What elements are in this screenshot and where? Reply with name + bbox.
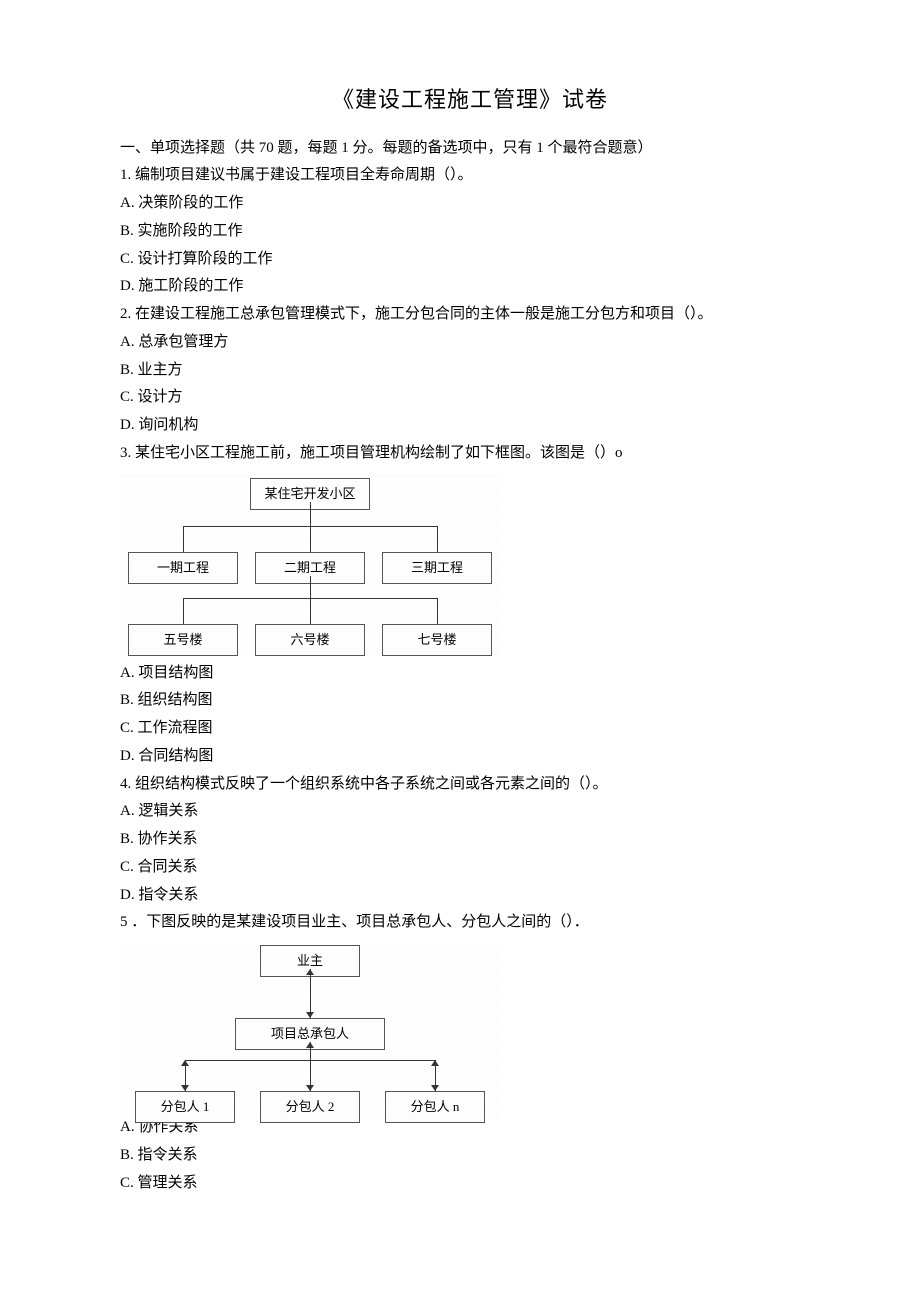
diagram-box: 七号楼	[382, 624, 492, 656]
q2-option-a: A. 总承包管理方	[120, 329, 820, 357]
q1-stem: 1. 编制项目建议书属于建设工程项目全寿命周期（）。	[120, 162, 820, 190]
q2-stem: 2. 在建设工程施工总承包管理模式下，施工分包合同的主体一般是施工分包方和项目（…	[120, 301, 820, 329]
q3-option-c: C. 工作流程图	[120, 715, 820, 743]
q2-option-b: B. 业主方	[120, 357, 820, 385]
q4-option-d: D. 指令关系	[120, 882, 820, 910]
diagram-box: 五号楼	[128, 624, 238, 656]
q3-option-d: D. 合同结构图	[120, 743, 820, 771]
q4-option-a: A. 逻辑关系	[120, 798, 820, 826]
section-header: 一、单项选择题（共 70 题，每题 1 分。每题的备选项中，只有 1 个最符合题…	[120, 135, 820, 163]
q4-option-b: B. 协作关系	[120, 826, 820, 854]
diagram-box: 分包人 1	[135, 1091, 235, 1123]
q1-option-c: C. 设计打算阶段的工作	[120, 246, 820, 274]
q3-diagram: 某住宅开发小区 一期工程 二期工程 三期工程 五号楼 六号楼 七号楼	[120, 474, 500, 654]
q1-option-a: A. 决策阶段的工作	[120, 190, 820, 218]
q5-option-c: C. 管理关系	[120, 1170, 820, 1198]
diagram-box: 三期工程	[382, 552, 492, 584]
q3-option-a: A. 项目结构图	[120, 660, 820, 688]
q2-option-d: D. 询问机构	[120, 412, 820, 440]
q3-stem: 3. 某住宅小区工程施工前，施工项目管理机构绘制了如下框图。该图是（）o	[120, 440, 820, 468]
q4-stem: 4. 组织结构模式反映了一个组织系统中各子系统之间或各元素之间的（）。	[120, 771, 820, 799]
page-title: 《建设工程施工管理》试卷	[120, 80, 820, 121]
diagram-box: 一期工程	[128, 552, 238, 584]
q2-option-c: C. 设计方	[120, 384, 820, 412]
q5-stem: 5 ．下图反映的是某建设项目业主、项目总承包人、分包人之间的（）．	[120, 909, 820, 937]
q5-option-b: B. 指令关系	[120, 1142, 820, 1170]
q3-option-b: B. 组织结构图	[120, 687, 820, 715]
diagram-box: 六号楼	[255, 624, 365, 656]
diagram-box: 分包人 n	[385, 1091, 485, 1123]
diagram-box: 分包人 2	[260, 1091, 360, 1123]
q4-option-c: C. 合同关系	[120, 854, 820, 882]
q5-diagram: 业主 项目总承包人 分包人 1 分包人 2 分包人 n	[120, 943, 500, 1118]
q1-option-b: B. 实施阶段的工作	[120, 218, 820, 246]
q1-option-d: D. 施工阶段的工作	[120, 273, 820, 301]
